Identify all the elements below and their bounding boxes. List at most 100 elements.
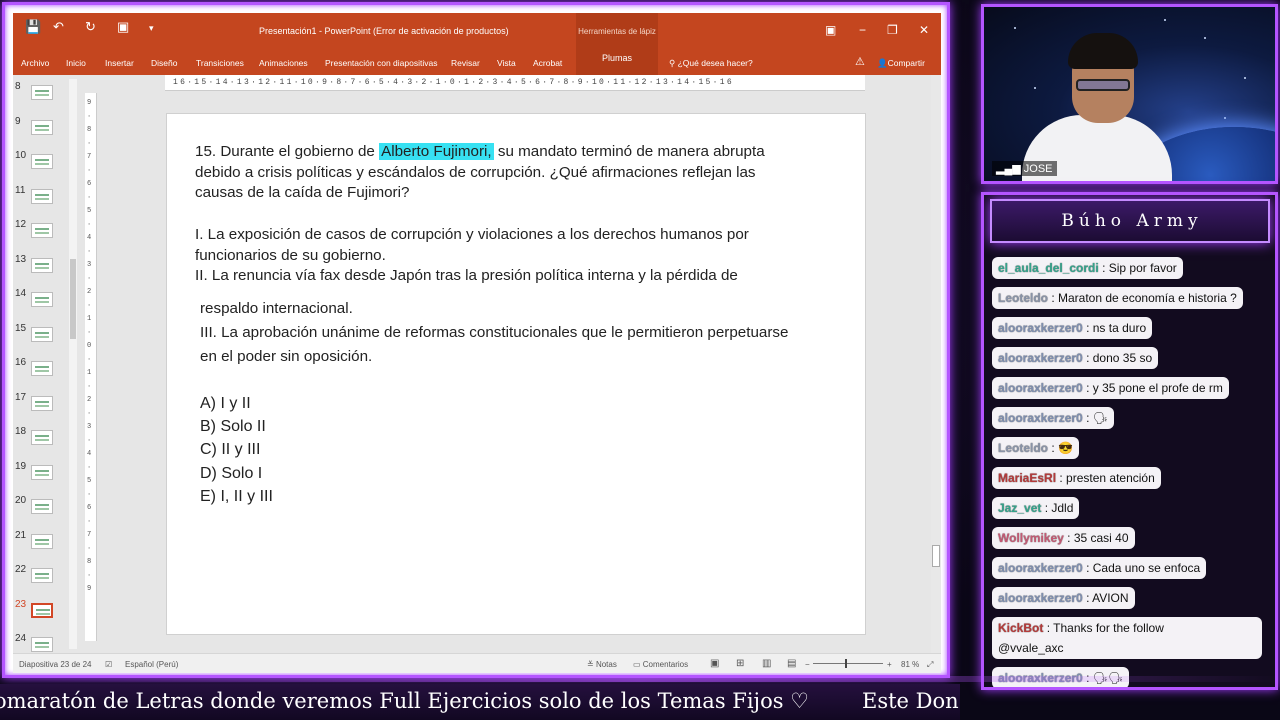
chat-text: : 🗣 [1086, 411, 1108, 425]
zoom-level[interactable]: 81 % [901, 660, 919, 669]
chat-message: alooraxkerzer0 : dono 35 so [992, 347, 1159, 369]
tab-vista[interactable]: Vista [497, 58, 516, 68]
zoom-slider[interactable] [813, 659, 883, 668]
camera-name: JOSE [1023, 163, 1053, 175]
chat-username[interactable]: alooraxkerzer0 [998, 321, 1083, 335]
comments-button[interactable]: ▭ Comentarios [633, 660, 688, 669]
chat-username[interactable]: KickBot [998, 621, 1043, 635]
customize-qat-icon[interactable]: ▾ [149, 23, 154, 34]
tab-animaciones[interactable]: Animaciones [259, 58, 308, 68]
zoom-thumb[interactable] [845, 659, 847, 668]
thumbnail-image [31, 257, 53, 273]
answer-options[interactable]: A) I y II B) Solo II C) II y III D) Solo… [200, 392, 273, 508]
statement-2: II. La renuncia vía fax desde Japón tras… [195, 267, 738, 284]
chat-username[interactable]: Leoteldo [998, 291, 1048, 305]
chat-text: : y 35 pone el profe de rm [1086, 381, 1223, 395]
thumbnail-image [31, 637, 53, 652]
language-indicator[interactable]: Español (Perú) [125, 660, 178, 669]
option-d: D) Solo I [200, 464, 263, 482]
close-button[interactable]: ✕ [919, 23, 929, 37]
tab-transiciones[interactable]: Transiciones [196, 58, 244, 68]
tab-presentacion[interactable]: Presentación con diapositivas [325, 58, 437, 68]
powerpoint-frame: 💾 ↶ ↻ ▣ ▾ Presentación1 - PowerPoint (Er… [2, 2, 950, 678]
thumbnail-image [31, 568, 53, 583]
undo-icon[interactable]: ↶ [53, 19, 64, 35]
thumbnail-number: 23 [15, 598, 27, 610]
news-ticker: omaratón de Letras donde veremos Full Ej… [0, 684, 960, 720]
chat-username[interactable]: alooraxkerzer0 [998, 591, 1083, 605]
streamer-hair [1068, 33, 1138, 69]
thumbnail-scroll-handle[interactable] [70, 259, 76, 339]
chat-username[interactable]: MariaEsRl [998, 471, 1056, 485]
zoom-out-icon[interactable]: − [805, 660, 810, 669]
editor-scroll-handle[interactable] [932, 545, 940, 567]
tab-diseno[interactable]: Diseño [151, 58, 177, 68]
chat-username[interactable]: Wollymikey [998, 531, 1064, 545]
pen-tools-context: Herramientas de lápiz Plumas [576, 13, 658, 75]
minimize-button[interactable]: − [859, 23, 866, 37]
tab-acrobat[interactable]: Acrobat [533, 58, 562, 68]
share-button[interactable]: 👤Compartir [877, 58, 925, 69]
ticker-text-next: Este Don [862, 689, 959, 713]
spellcheck-icon[interactable]: ☑ [105, 660, 112, 669]
thumbnail-image [31, 533, 53, 549]
highlighted-name: Alberto Fujimori, [379, 143, 494, 160]
streamer-glasses [1076, 79, 1130, 91]
comments-icon: ▭ [633, 660, 643, 669]
window-title: Presentación1 - PowerPoint (Error de act… [259, 26, 509, 36]
thumbnail-number: 24 [15, 633, 27, 644]
chat-username[interactable]: Jaz_vet [998, 501, 1041, 515]
chat-username[interactable]: alooraxkerzer0 [998, 381, 1083, 395]
normal-view-icon[interactable]: ▣ [710, 658, 719, 669]
camera-name-tag: ▂▄▆ JOSE [992, 161, 1057, 176]
star [1014, 27, 1016, 29]
tab-inicio[interactable]: Inicio [66, 58, 86, 68]
webcam-panel: ▂▄▆ JOSE [981, 4, 1278, 184]
chat-username[interactable]: alooraxkerzer0 [998, 561, 1083, 575]
restore-button[interactable]: ❐ [887, 23, 898, 37]
option-a: A) I y II [200, 395, 251, 412]
thumbnail-image [31, 119, 53, 135]
thumbnail-image [31, 292, 53, 307]
notes-button[interactable]: ≚ Notas [587, 660, 617, 669]
statements-block-2[interactable]: respaldo internacional. III. La aprobaci… [200, 297, 800, 369]
zoom-in-icon[interactable]: + [887, 660, 892, 669]
sorter-view-icon[interactable]: ⊞ [736, 658, 744, 669]
thumbnail-number: 10 [15, 150, 27, 161]
chat-text: : presten atención [1059, 471, 1155, 485]
chat-username[interactable]: alooraxkerzer0 [998, 351, 1083, 365]
redo-icon[interactable]: ↻ [85, 19, 96, 35]
statement-2-cont: respaldo internacional. [200, 300, 353, 317]
ribbon-display-icon[interactable]: ▣ [825, 23, 836, 37]
editor-scrollbar[interactable] [931, 75, 941, 655]
chat-username[interactable]: el_aula_del_cordi [998, 261, 1099, 275]
present-icon[interactable]: ▣ [117, 19, 129, 35]
chat-text: : 😎 [1051, 441, 1073, 455]
tab-plumas[interactable]: Plumas [576, 53, 658, 63]
tab-insertar[interactable]: Insertar [105, 58, 134, 68]
horizontal-ruler: 16·15·14·13·12·11·10·9·8·7·6·5·4·3·2·1·0… [165, 75, 865, 91]
slide-canvas[interactable]: 15. Durante el gobierno de Alberto Fujim… [166, 113, 866, 635]
tab-archivo[interactable]: Archivo [21, 58, 49, 68]
chat-username[interactable]: alooraxkerzer0 [998, 411, 1083, 425]
fit-slide-icon[interactable]: ⤢ [927, 660, 933, 670]
chat-message: MariaEsRl : presten atención [992, 467, 1161, 489]
chat-username[interactable]: Leoteldo [998, 441, 1048, 455]
warning-icon[interactable]: ⚠ [855, 55, 865, 68]
share-label: Compartir [887, 58, 925, 68]
slideshow-view-icon[interactable]: ▤ [787, 658, 796, 669]
signal-icon: ▂▄▆ [996, 163, 1024, 175]
tell-me-search[interactable]: ⚲ ¿Qué desea hacer? [669, 58, 753, 69]
tab-revisar[interactable]: Revisar [451, 58, 480, 68]
thumbnail-scrollbar[interactable] [69, 79, 77, 649]
chat-text: : Thanks for the follow [1046, 621, 1164, 635]
thumbnail-number: 22 [15, 564, 27, 575]
save-icon[interactable]: 💾 [25, 19, 41, 35]
thumbnail-number: 11 [15, 184, 26, 196]
thumbnail-number: 17 [15, 391, 27, 403]
statements-block[interactable]: I. La exposición de casos de corrupción … [195, 225, 795, 287]
tell-me-text: ¿Qué desea hacer? [677, 58, 753, 68]
chat-message: alooraxkerzer0 : Cada uno se enfoca [992, 557, 1207, 579]
reading-view-icon[interactable]: ▥ [762, 658, 771, 669]
question-text[interactable]: 15. Durante el gobierno de Alberto Fujim… [195, 142, 795, 204]
